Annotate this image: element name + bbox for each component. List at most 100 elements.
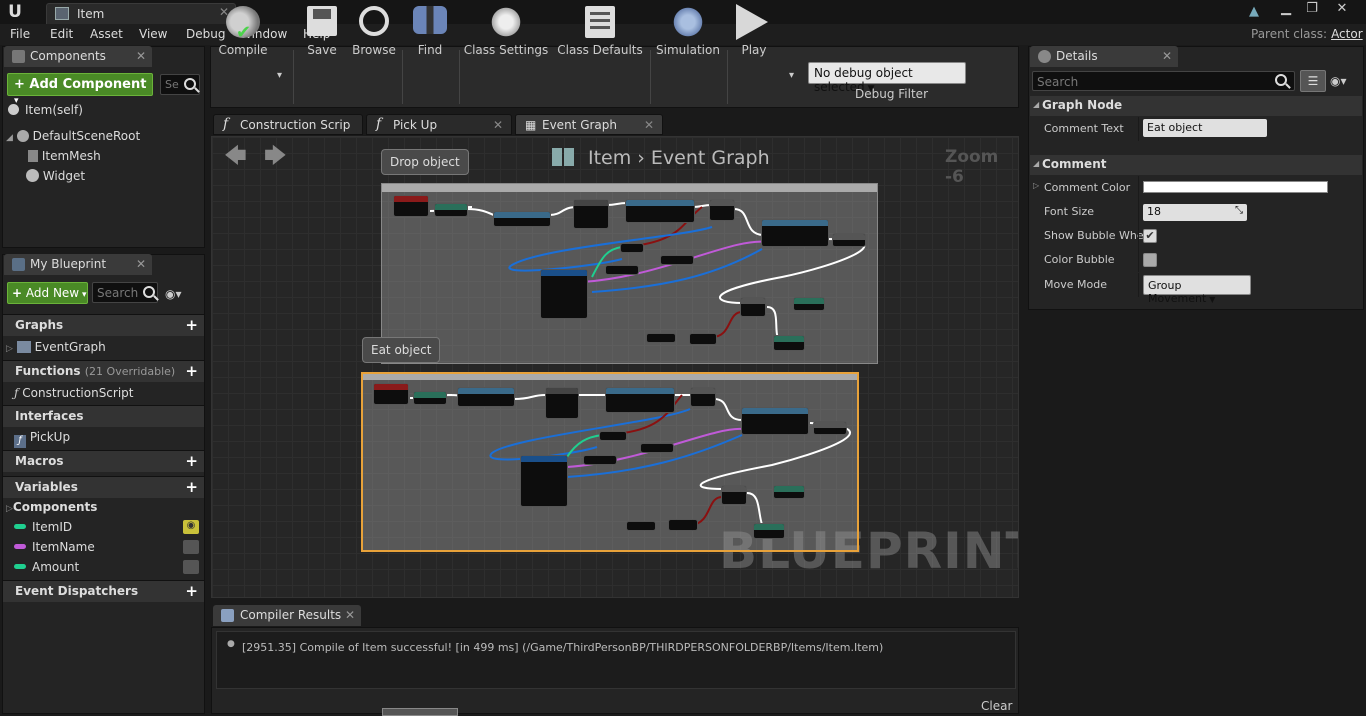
interface-item-pickup[interactable]: ƒ PickUp bbox=[14, 430, 70, 448]
color-bubble-checkbox[interactable] bbox=[1143, 253, 1157, 267]
details-tab[interactable]: Details ✕ bbox=[1030, 46, 1178, 67]
tree-item-defaultsceneroot[interactable]: ◢ DefaultSceneRoot bbox=[6, 129, 140, 143]
menu-view[interactable]: View bbox=[139, 27, 167, 41]
function-node[interactable] bbox=[832, 233, 866, 247]
eye-closed-icon[interactable] bbox=[183, 540, 199, 554]
function-node[interactable] bbox=[573, 199, 609, 229]
find-button[interactable]: Find bbox=[406, 0, 454, 60]
getter-node[interactable] bbox=[599, 431, 627, 441]
getter-node[interactable] bbox=[646, 333, 676, 343]
close-window-button[interactable]: ✕ bbox=[1330, 0, 1354, 18]
event-node-eaten[interactable] bbox=[373, 383, 409, 405]
break-struct-node[interactable] bbox=[520, 455, 568, 507]
tree-item-itemmesh[interactable]: ItemMesh bbox=[28, 149, 101, 163]
getter-node[interactable] bbox=[620, 243, 644, 253]
variable-amount[interactable]: Amount bbox=[0, 559, 203, 577]
branch-node[interactable] bbox=[740, 297, 766, 317]
variable-itemname[interactable]: ItemName bbox=[0, 539, 203, 557]
branch-node[interactable] bbox=[709, 199, 735, 221]
class-defaults-button[interactable]: Class Defaults bbox=[557, 0, 643, 60]
expand-arrow-icon[interactable]: ◢ bbox=[6, 133, 13, 143]
function-node[interactable] bbox=[625, 199, 695, 223]
my-blueprint-tab[interactable]: My Blueprint ✕ bbox=[4, 254, 152, 275]
add-dispatcher-plus-icon[interactable]: + bbox=[185, 584, 198, 599]
function-node[interactable] bbox=[753, 523, 785, 539]
details-search-input[interactable]: Search bbox=[1032, 71, 1295, 91]
font-size-spinbox[interactable]: 18 ⤡ bbox=[1143, 204, 1247, 221]
function-node[interactable] bbox=[413, 391, 447, 405]
variables-components-category[interactable]: ▷Components bbox=[6, 500, 97, 514]
function-node[interactable] bbox=[434, 203, 468, 217]
browse-button[interactable]: Browse bbox=[350, 0, 398, 60]
tab-event-graph[interactable]: ▦ Event Graph ✕ bbox=[515, 114, 663, 135]
section-comment[interactable]: ◢ Comment bbox=[1030, 155, 1362, 175]
getter-node[interactable] bbox=[660, 255, 694, 265]
graph-item-eventgraph[interactable]: ▷ EventGraph bbox=[6, 340, 106, 354]
break-struct-node[interactable] bbox=[540, 269, 588, 319]
section-interfaces[interactable]: Interfaces bbox=[3, 405, 204, 427]
section-variables[interactable]: Variables + bbox=[3, 476, 204, 498]
tab-pick-up[interactable]: f Pick Up ✕ bbox=[366, 114, 512, 135]
filter-dropdown[interactable] bbox=[382, 708, 458, 716]
function-node[interactable] bbox=[457, 387, 515, 407]
expand-arrow-icon[interactable]: ▷ bbox=[6, 344, 13, 354]
menu-edit[interactable]: Edit bbox=[50, 27, 73, 41]
self-item[interactable]: Item(self) bbox=[8, 103, 83, 117]
play-options-chevron-icon[interactable]: ▾ bbox=[789, 70, 794, 81]
graph-editor[interactable]: 🡄 🡆 Item › Event Graph Zoom -6 BLUEPRINT D… bbox=[211, 136, 1019, 598]
function-node[interactable] bbox=[813, 421, 847, 435]
eye-open-icon[interactable]: ◉ bbox=[183, 520, 199, 534]
class-settings-button[interactable]: Class Settings bbox=[463, 0, 549, 60]
play-button[interactable]: Play bbox=[730, 0, 778, 60]
add-macro-plus-icon[interactable]: + bbox=[185, 454, 198, 469]
close-icon[interactable]: ✕ bbox=[644, 118, 654, 132]
function-node[interactable] bbox=[793, 297, 825, 311]
compiler-results-tab[interactable]: Compiler Results ✕ bbox=[213, 605, 361, 626]
close-icon[interactable]: ✕ bbox=[136, 49, 146, 63]
menu-file[interactable]: File bbox=[10, 27, 30, 41]
getter-node[interactable] bbox=[626, 521, 656, 531]
close-icon[interactable]: ✕ bbox=[1162, 49, 1172, 63]
compile-button[interactable]: ✔ Compile bbox=[212, 0, 274, 60]
visibility-eye-icon[interactable]: ◉▾ bbox=[165, 287, 182, 301]
branch-node[interactable] bbox=[721, 485, 747, 505]
variable-itemid[interactable]: ItemID ◉ bbox=[0, 519, 203, 537]
function-node[interactable] bbox=[493, 211, 551, 227]
branch-node[interactable] bbox=[690, 387, 716, 407]
function-node[interactable] bbox=[773, 485, 805, 499]
graduation-cap-icon[interactable]: ▲ bbox=[1242, 3, 1266, 21]
event-node-dropped[interactable] bbox=[393, 195, 429, 217]
compile-options-chevron-icon[interactable]: ▾ bbox=[277, 70, 282, 81]
eye-closed-icon[interactable] bbox=[183, 560, 199, 574]
function-node[interactable] bbox=[773, 335, 805, 351]
minimize-button[interactable]: ▁ bbox=[1274, 0, 1298, 18]
debug-object-select[interactable]: No debug object selected ▼ bbox=[808, 62, 966, 94]
add-new-button[interactable]: + Add New ▾ bbox=[7, 282, 88, 304]
getter-node[interactable] bbox=[583, 455, 617, 465]
function-node[interactable] bbox=[761, 219, 829, 247]
clear-button[interactable]: Clear bbox=[981, 699, 1012, 713]
add-variable-plus-icon[interactable]: + bbox=[185, 480, 198, 495]
section-graphs[interactable]: Graphs + bbox=[3, 314, 204, 336]
show-bubble-checkbox[interactable]: ✔ bbox=[1143, 229, 1157, 243]
tab-construction-script[interactable]: f Construction Scrip bbox=[213, 114, 363, 135]
document-tab[interactable]: Item ✕ bbox=[46, 3, 236, 24]
add-graph-plus-icon[interactable]: + bbox=[185, 318, 198, 333]
section-graph-node[interactable]: ◢ Graph Node bbox=[1030, 96, 1362, 116]
getter-node[interactable] bbox=[689, 333, 717, 345]
getter-node[interactable] bbox=[668, 519, 698, 531]
section-event-dispatchers[interactable]: Event Dispatchers + bbox=[3, 580, 204, 602]
save-button[interactable]: Save bbox=[298, 0, 346, 60]
function-item-constructionscript[interactable]: ƒ ConstructionScript bbox=[14, 386, 134, 400]
property-matrix-icon[interactable]: ☰ bbox=[1300, 70, 1326, 92]
close-icon[interactable]: ✕ bbox=[493, 118, 503, 132]
collapse-arrow-icon[interactable]: ◢ bbox=[1033, 159, 1039, 168]
expand-arrow-icon[interactable]: ▷ bbox=[6, 504, 13, 514]
comment-text-input[interactable]: Eat object bbox=[1143, 119, 1267, 137]
section-functions[interactable]: Functions (21 Overridable) + bbox=[3, 360, 204, 382]
expand-arrow-icon[interactable]: ▷ bbox=[1033, 181, 1039, 190]
visibility-eye-icon[interactable]: ◉▾ bbox=[1330, 74, 1347, 88]
close-icon[interactable]: ✕ bbox=[136, 257, 146, 271]
getter-node[interactable] bbox=[640, 443, 674, 453]
close-icon[interactable]: ✕ bbox=[345, 608, 355, 622]
